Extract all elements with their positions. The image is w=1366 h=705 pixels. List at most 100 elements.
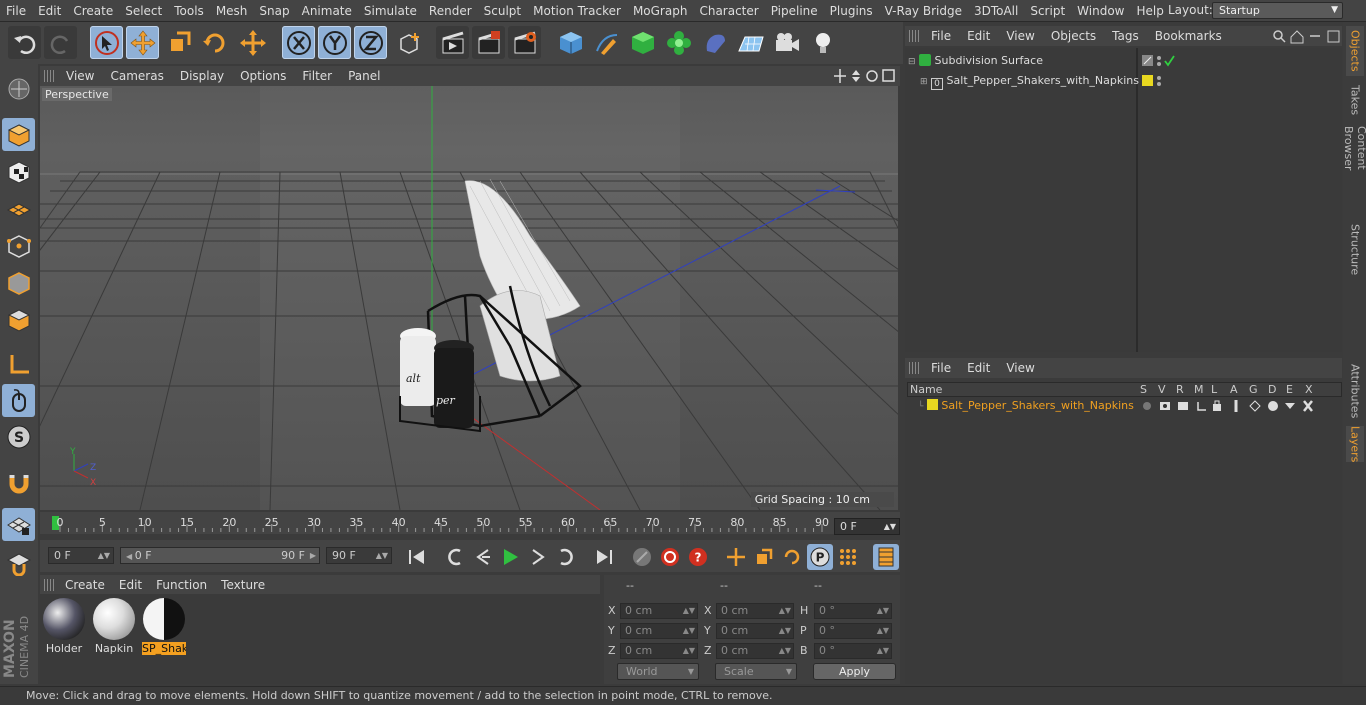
menu-select[interactable]: Select [119,0,168,22]
layer-column-d[interactable]: D [1268,383,1276,397]
menu-plugins[interactable]: Plugins [824,0,879,22]
checkmark-icon[interactable] [1164,55,1175,67]
render-to-picture-viewer-button[interactable] [472,26,505,59]
layer-column-name[interactable]: Name [910,383,942,397]
object-row-subdivision[interactable]: ⊟ Subdivision Surface [908,52,1043,70]
transform-mode-select[interactable]: Scale ▼ [715,663,797,680]
coord-field[interactable]: 0 cm ▲▼ [716,623,794,639]
motion-recording-button[interactable] [629,544,655,570]
layer-column-r[interactable]: R [1176,383,1184,397]
material-menu-function[interactable]: Function [149,578,214,592]
next-key-button[interactable] [553,544,579,570]
layer-color-swatch[interactable] [1142,75,1153,86]
current-frame-field[interactable]: 0 F ▲▼ [834,518,900,535]
panel-grip-icon[interactable] [909,362,919,374]
menu-pipeline[interactable]: Pipeline [765,0,824,22]
layer-menu-edit[interactable]: Edit [959,361,998,375]
viewport-menu-filter[interactable]: Filter [294,69,340,83]
menu-render[interactable]: Render [423,0,478,22]
solo-mode-button[interactable]: S [2,420,35,453]
object-menu-bookmarks[interactable]: Bookmarks [1147,29,1230,43]
menu-snap[interactable]: Snap [253,0,295,22]
layer-toggle-icons[interactable] [1140,399,1320,413]
viewport-navigation-icon[interactable] [834,68,896,84]
menu-mesh[interactable]: Mesh [210,0,254,22]
viewport-menu-options[interactable]: Options [232,69,294,83]
render-view-button[interactable] [436,26,469,59]
viewport-menu-view[interactable]: View [58,69,102,83]
menu-mograph[interactable]: MoGraph [627,0,694,22]
workplane-mode-button[interactable] [2,192,35,225]
coord-field[interactable]: 0 ° ▲▼ [814,623,892,639]
scale-tool-button[interactable] [162,26,195,59]
coordinate-mode-select[interactable]: World ▼ [617,663,699,680]
polygons-mode-button[interactable] [2,303,35,336]
edges-mode-button[interactable] [2,266,35,299]
apply-button[interactable]: Apply [813,663,896,680]
coord-field[interactable]: 0 cm ▲▼ [620,643,698,659]
model-mode-button[interactable] [2,118,35,151]
previous-frame-button[interactable] [470,544,496,570]
layer-column-l[interactable]: L [1211,383,1217,397]
menu-file[interactable]: File [0,0,32,22]
workplane-lock-button[interactable] [2,508,35,541]
material-holder[interactable]: Holder [42,598,86,655]
cloner-button[interactable] [662,26,695,59]
quantize-button[interactable] [2,546,35,579]
next-frame-button[interactable] [525,544,551,570]
layer-column-x[interactable]: X [1305,383,1313,397]
layer-column-e[interactable]: E [1286,383,1293,397]
layer-column-m[interactable]: M [1194,383,1204,397]
material-menu-edit[interactable]: Edit [112,578,149,592]
menu-help[interactable]: Help [1130,0,1169,22]
menu-window[interactable]: Window [1071,0,1130,22]
material-menu-texture[interactable]: Texture [214,578,272,592]
cube-object-button[interactable] [554,26,587,59]
viewport-menu-display[interactable]: Display [172,69,232,83]
menu-v-ray-bridge[interactable]: V-Ray Bridge [879,0,968,22]
layer-menu-file[interactable]: File [923,361,959,375]
panel-grip-icon[interactable] [909,30,919,42]
redo-button[interactable] [44,26,77,59]
key-position-button[interactable] [723,544,749,570]
coord-field[interactable]: 0 cm ▲▼ [716,643,794,659]
layout-select[interactable]: Startup ▼ [1212,2,1343,19]
transform-tool-button[interactable] [236,26,269,59]
live-selection-button[interactable] [90,26,123,59]
record-active-objects-button[interactable] [657,544,683,570]
points-mode-button[interactable] [2,229,35,262]
end-frame-field[interactable]: 90 F ▲▼ [326,547,392,564]
material-sp-shak[interactable]: SP_Shak [142,598,186,655]
object-menu-objects[interactable]: Objects [1043,29,1104,43]
menu-motion-tracker[interactable]: Motion Tracker [527,0,627,22]
preview-range-slider[interactable]: ◀ 0 F 90 F ▶ [120,547,320,564]
go-to-start-button[interactable] [404,544,430,570]
undo-button[interactable] [8,26,41,59]
start-frame-field[interactable]: 0 F ▲▼ [48,547,114,564]
menu-script[interactable]: Script [1024,0,1071,22]
right-tab-content-browser[interactable]: Content Browser [1342,126,1366,216]
viewport-menu-cameras[interactable]: Cameras [102,69,171,83]
play-button[interactable] [497,544,523,570]
menu-character[interactable]: Character [693,0,764,22]
coord-field[interactable]: 0 ° ▲▼ [814,603,892,619]
autokeying-button[interactable]: ? [685,544,711,570]
panel-grip-icon[interactable] [44,578,54,591]
deformer-button[interactable] [698,26,731,59]
menu-animate[interactable]: Animate [296,0,358,22]
subdivision-surface-button[interactable] [626,26,659,59]
key-point-level-button[interactable] [835,544,861,570]
object-menu-file[interactable]: File [923,29,959,43]
menu-sculpt[interactable]: Sculpt [478,0,527,22]
coord-field[interactable]: 0 cm ▲▼ [620,603,698,619]
object-row-salt-pepper[interactable]: ⊞ 0 Salt_Pepper_Shakers_with_Napkins [920,72,1139,90]
coord-field[interactable]: 0 ° ▲▼ [814,643,892,659]
menu-simulate[interactable]: Simulate [358,0,423,22]
tweak-mode-button[interactable] [2,384,35,417]
camera-button[interactable] [770,26,803,59]
y-axis-lock-button[interactable] [318,26,351,59]
previous-key-button[interactable] [442,544,468,570]
make-editable-button[interactable] [2,72,35,105]
object-menu-view[interactable]: View [998,29,1042,43]
key-rotation-button[interactable] [779,544,805,570]
